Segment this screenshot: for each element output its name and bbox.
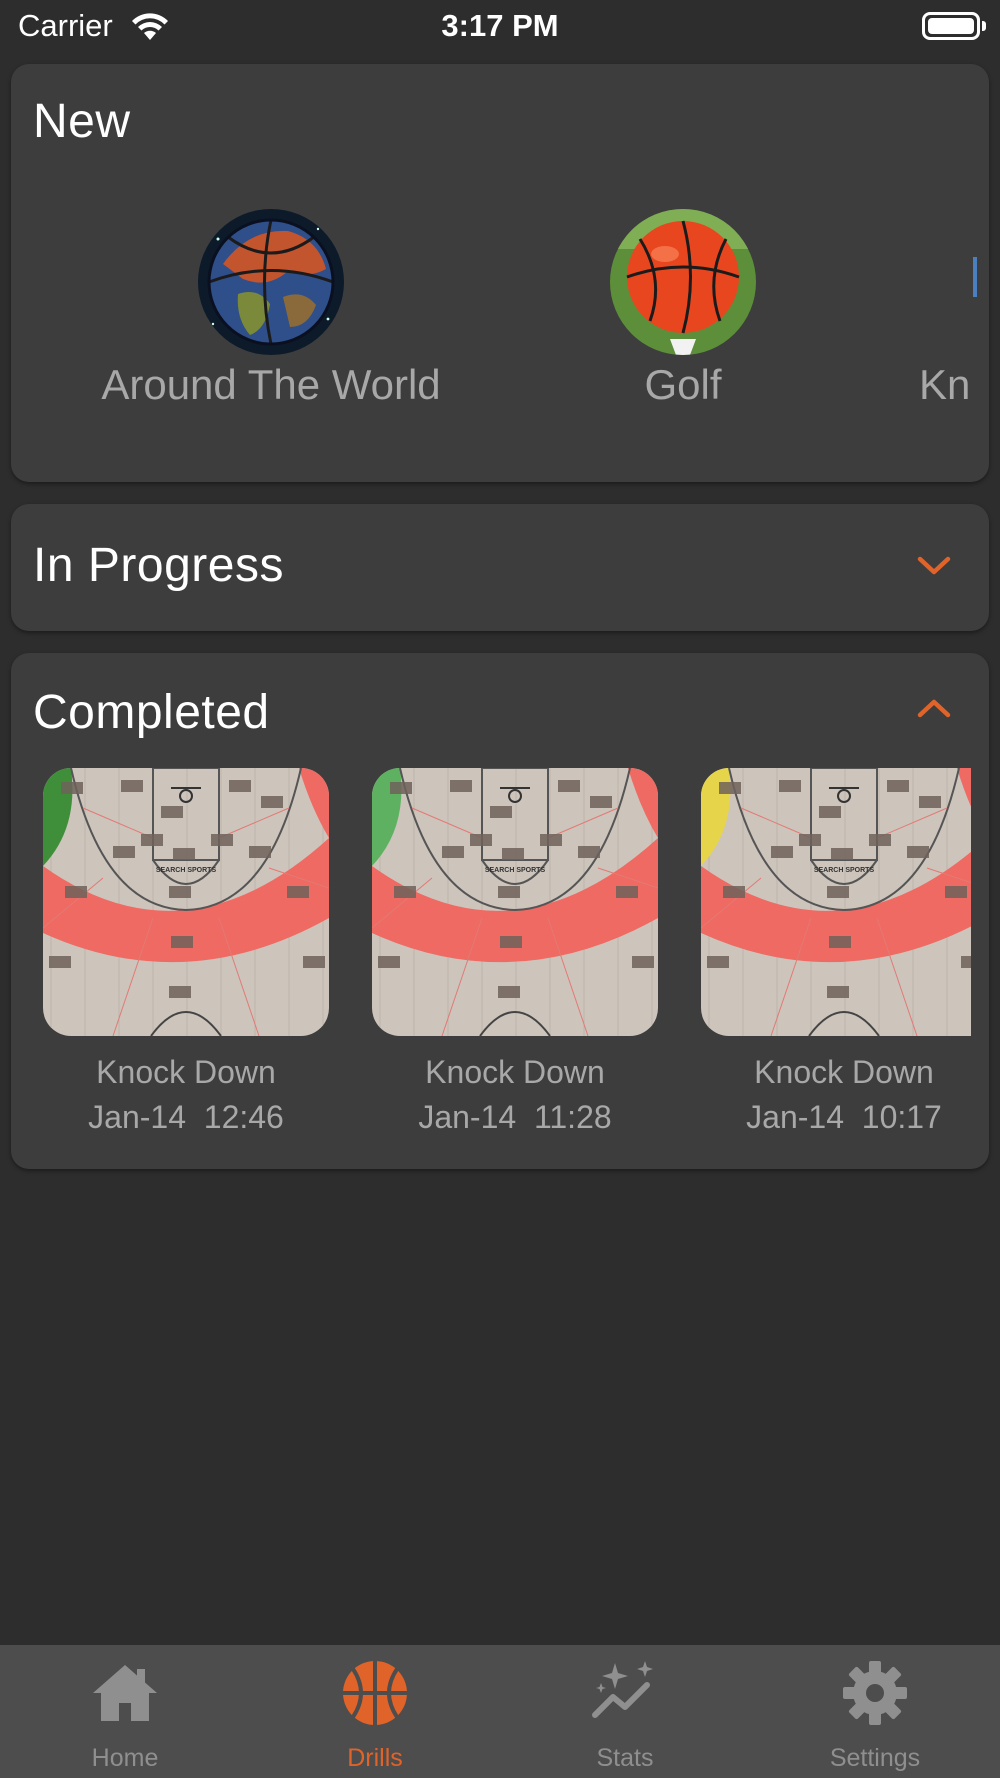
drill-label: Golf — [644, 361, 722, 408]
drill-time: 11:28 — [533, 1099, 612, 1135]
drill-time: 10:17 — [861, 1099, 942, 1135]
tab-stats[interactable]: Stats — [500, 1657, 750, 1773]
in-progress-section-title: In Progress — [33, 539, 284, 592]
court-heatmap-image: SEARCH SPORTS — [372, 768, 658, 1036]
basketball-on-golf-tee-image — [610, 209, 756, 355]
completed-section-title: Completed — [33, 686, 270, 739]
earth-basketball-image — [198, 209, 344, 355]
court-heatmap-image: SEARCH SPORTS — [701, 768, 971, 1036]
chevron-up-icon[interactable] — [914, 693, 954, 723]
tab-label: Home — [91, 1744, 159, 1772]
drill-label: Around The World — [101, 361, 441, 408]
svg-text:SEARCH SPORTS: SEARCH SPORTS — [814, 867, 875, 874]
tab-label: Drills — [347, 1744, 403, 1772]
svg-text:SEARCH SPORTS: SEARCH SPORTS — [156, 867, 217, 874]
drill-timestamp: Jan-14 10:17 — [699, 1099, 989, 1136]
tab-settings[interactable]: Settings — [750, 1657, 1000, 1773]
battery-tip — [982, 21, 986, 31]
basketball-icon — [343, 1661, 407, 1725]
new-drills-card: New Around The World Golf Kn — [11, 64, 989, 482]
drill-date: Jan-14 — [418, 1099, 517, 1135]
status-time: 3:17 PM — [441, 8, 559, 43]
status-bar: Carrier 3:17 PM — [0, 0, 1000, 56]
house-icon — [93, 1665, 157, 1721]
drill-name: Knock Down — [425, 1054, 605, 1090]
drill-item-golf[interactable]: Golf — [533, 209, 833, 409]
drill-name: Knock Down — [754, 1054, 934, 1090]
drill-date: Jan-14 — [88, 1099, 186, 1135]
drill-label: Kn — [919, 361, 971, 408]
tab-label: Stats — [596, 1744, 654, 1772]
court-heatmap-image: SEARCH SPORTS — [43, 768, 329, 1036]
tab-home[interactable]: Home — [0, 1657, 250, 1773]
gear-icon — [843, 1661, 907, 1725]
sparkle-chart-icon — [592, 1661, 653, 1718]
chevron-down-icon[interactable] — [914, 550, 954, 580]
drill-name: Knock Down — [96, 1054, 276, 1090]
new-section-title: New — [33, 95, 131, 148]
completed-drill-item[interactable]: SEARCH SPORTS Knock Down Jan-14 12:46 — [41, 768, 331, 1136]
drill-timestamp: Jan-14 11:28 — [370, 1099, 660, 1136]
drill-image — [909, 209, 989, 355]
drill-date: Jan-14 — [746, 1099, 844, 1135]
in-progress-card[interactable]: In Progress — [11, 504, 989, 631]
tab-label: Settings — [829, 1744, 921, 1772]
drill-item-partial[interactable]: Kn — [909, 209, 989, 409]
completed-card: Completed SEARCH SPORTS Knock Down Jan-1… — [11, 653, 989, 1169]
tab-bar: Home Drills Stats Settings — [0, 1645, 1000, 1778]
drill-item-around-the-world[interactable]: Around The World — [69, 209, 473, 409]
tab-drills[interactable]: Drills — [250, 1657, 500, 1773]
battery-icon — [922, 12, 980, 40]
drill-timestamp: Jan-14 12:46 — [41, 1099, 331, 1136]
completed-drill-item[interactable]: SEARCH SPORTS Knock Down Jan-14 10:17 — [699, 768, 989, 1136]
drill-time: 12:46 — [203, 1099, 284, 1135]
completed-drill-item[interactable]: SEARCH SPORTS Knock Down Jan-14 11:28 — [370, 768, 660, 1136]
svg-text:SEARCH SPORTS: SEARCH SPORTS — [485, 867, 546, 874]
